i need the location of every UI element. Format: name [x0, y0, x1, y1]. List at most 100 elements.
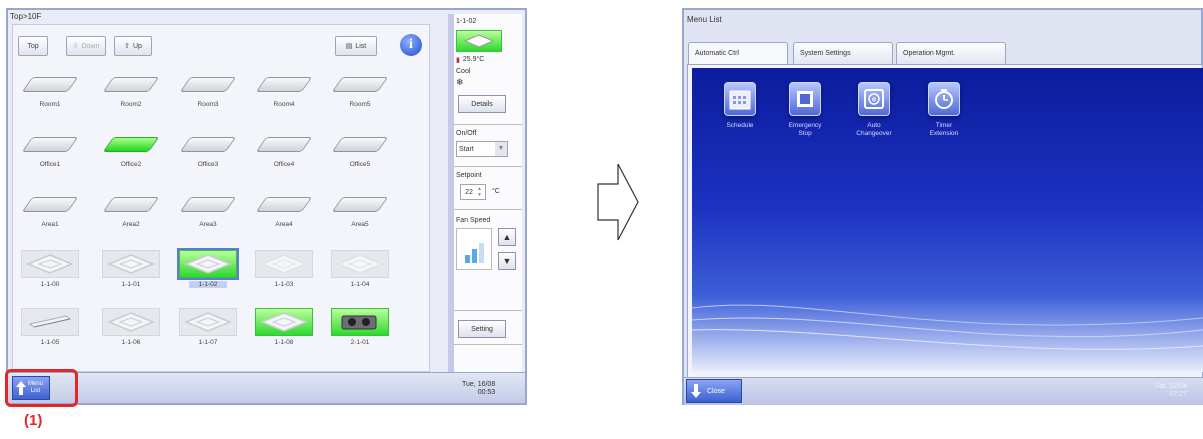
setpoint-value: 22: [465, 188, 473, 196]
unit-label: Room3: [197, 101, 219, 108]
unit-info-panel: 1-1-02 ▮ 25.9°C Cool ❄ Details On/Off Sta…: [448, 14, 522, 372]
unit-item[interactable]: Room3: [176, 70, 240, 112]
unit-label: Office3: [197, 161, 219, 168]
unit-item[interactable]: Office1: [18, 130, 82, 172]
unit-item[interactable]: Room5: [328, 70, 392, 112]
top-button[interactable]: Top: [18, 36, 48, 56]
info-icon[interactable]: i: [400, 34, 422, 56]
ceiling-unit-icon: [179, 76, 237, 92]
onoff-select[interactable]: Start ▼: [456, 141, 508, 157]
arrow-down-icon: [691, 384, 701, 398]
cassette-light-icon: [255, 250, 313, 278]
unit-item[interactable]: Area4: [252, 190, 316, 232]
unit-item[interactable]: Office4: [252, 130, 316, 172]
thermometer-icon: ▮: [456, 57, 460, 64]
unit-label: 1-1-02: [188, 281, 228, 288]
auto-changeover-label: Auto Changeover: [856, 122, 892, 137]
timer-extension-item[interactable]: Timer Extension: [912, 82, 976, 138]
unit-item[interactable]: 1-1-07: [176, 308, 240, 350]
unit-label: 1-1-03: [274, 281, 294, 288]
unit-item[interactable]: Room4: [252, 70, 316, 112]
unit-item[interactable]: 1-1-01: [99, 250, 163, 292]
schedule-label: Schedule: [726, 122, 754, 129]
tab-system-settings[interactable]: System Settings: [793, 42, 893, 64]
list-button[interactable]: ▤ List: [335, 36, 377, 56]
unit-label: Office5: [349, 161, 371, 168]
unit-item[interactable]: 1-1-06: [99, 308, 163, 350]
ceiling-unit-icon: [255, 196, 313, 212]
triangle-down-icon: ▼: [502, 256, 512, 266]
schedule-item[interactable]: Schedule: [708, 82, 772, 130]
unit-item[interactable]: Area3: [176, 190, 240, 232]
unit-item[interactable]: 2-1-01: [328, 308, 392, 350]
ceiling-unit-icon: [102, 136, 160, 152]
cassette-icon: [102, 250, 160, 278]
tab-operation-mgmt[interactable]: Operation Mgmt.: [896, 42, 1006, 64]
cassette-icon: [102, 308, 160, 336]
clock: Tue, 16/08 00:53: [462, 381, 495, 397]
unit-label: Area2: [122, 221, 140, 228]
close-label: Close: [707, 387, 725, 395]
close-button[interactable]: Close: [686, 379, 742, 403]
slab-icon: [21, 190, 79, 218]
unit-label: 1-1-05: [40, 339, 60, 346]
onoff-value: Start: [459, 146, 474, 153]
details-button[interactable]: Details: [458, 95, 506, 113]
divider: [454, 124, 522, 125]
unit-item[interactable]: 1-1-00: [18, 250, 82, 292]
unit-item[interactable]: 1-1-02: [176, 248, 240, 292]
unit-label: Area1: [41, 221, 59, 228]
stepper-arrows-icon[interactable]: ▲ ▼: [477, 186, 485, 198]
unit-item[interactable]: 1-1-03: [252, 250, 316, 292]
fan-up-button[interactable]: ▲: [498, 228, 516, 246]
divider: [454, 166, 522, 167]
ceiling-unit-icon: [102, 76, 160, 92]
ceiling-unit-icon: [331, 196, 389, 212]
unit-item[interactable]: 1-1-04: [328, 250, 392, 292]
unit-item[interactable]: 1-1-08: [252, 308, 316, 350]
fan-speed-label: Fan Speed: [456, 217, 491, 224]
up-button-label: Up: [132, 42, 142, 50]
date-text: Sat, 02/04: [1155, 383, 1187, 390]
slab-icon: [102, 190, 160, 218]
window-title: Menu List: [687, 15, 722, 24]
unit-item[interactable]: 1-1-05: [18, 308, 82, 350]
unit-label: 1-1-04: [350, 281, 370, 288]
slab-icon: [21, 70, 79, 98]
down-button[interactable]: ⇩ Down: [66, 36, 106, 56]
emergency-stop-item[interactable]: Emergency Stop: [773, 82, 837, 138]
unit-label: Office2: [120, 161, 142, 168]
unit-item[interactable]: Office2: [99, 130, 163, 172]
unit-item[interactable]: Room1: [18, 70, 82, 112]
tab-automatic-ctrl[interactable]: Automatic Ctrl: [688, 42, 788, 65]
cassette-light-icon: [331, 250, 389, 278]
up-button[interactable]: ⇧ Up: [114, 36, 152, 56]
unit-id: 1-1-02: [456, 18, 477, 25]
svg-text:❄: ❄: [871, 96, 877, 104]
unit-label: Office1: [39, 161, 61, 168]
setpoint-stepper[interactable]: 22 ▲ ▼: [460, 184, 486, 200]
ceiling-unit-icon: [179, 136, 237, 152]
slab-icon: [255, 190, 313, 218]
unit-label: Area4: [275, 221, 293, 228]
cassette-icon: [255, 308, 313, 336]
unit-item[interactable]: Office3: [176, 130, 240, 172]
unit-item[interactable]: Area2: [99, 190, 163, 232]
next-arrow-icon: [597, 163, 639, 241]
setting-button[interactable]: Setting: [458, 320, 506, 338]
fan-down-button[interactable]: ▼: [498, 252, 516, 270]
slab-icon: [255, 70, 313, 98]
wall-icon: [21, 308, 79, 336]
ceiling-unit-icon: [331, 136, 389, 152]
unit-label: 1-1-06: [121, 339, 141, 346]
unit-item[interactable]: Room2: [99, 70, 163, 112]
emergency-stop-label: Emergency Stop: [788, 122, 822, 137]
auto-changeover-item[interactable]: ❄ Auto Changeover: [842, 82, 906, 138]
unit-item[interactable]: Office5: [328, 130, 392, 172]
unit-label: Room4: [273, 101, 295, 108]
divider: [454, 310, 522, 311]
setpoint-label: Setpoint: [456, 172, 482, 179]
unit-item[interactable]: Area1: [18, 190, 82, 232]
unit-label: Office4: [273, 161, 295, 168]
unit-item[interactable]: Area5: [328, 190, 392, 232]
